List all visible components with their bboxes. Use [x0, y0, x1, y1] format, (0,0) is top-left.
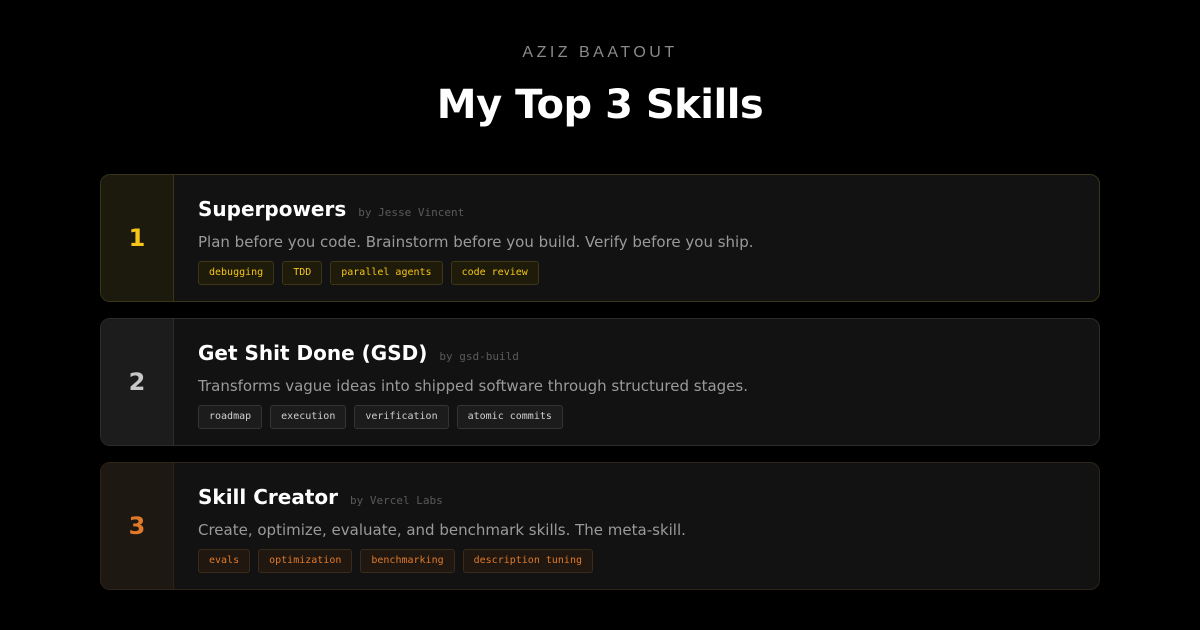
skill-name: Get Shit Done (GSD)	[198, 341, 428, 365]
skill-card-gsd[interactable]: 2 Get Shit Done (GSD) by gsd-build Trans…	[100, 318, 1100, 446]
tag: verification	[354, 405, 449, 429]
skill-description: Create, optimize, evaluate, and benchmar…	[198, 521, 686, 539]
skill-content: Superpowers by Jesse Vincent Plan before…	[198, 197, 1079, 285]
skill-content: Skill Creator by Vercel Labs Create, opt…	[198, 485, 1079, 573]
skill-tags: roadmap execution verification atomic co…	[198, 405, 1079, 429]
skill-tags: evals optimization benchmarking descript…	[198, 549, 1079, 573]
page-title: My Top 3 Skills	[436, 82, 764, 128]
rank-number: 1	[101, 175, 174, 301]
skill-description: Transforms vague ideas into shipped soft…	[198, 377, 749, 395]
tag: debugging	[198, 261, 275, 285]
skill-card-superpowers[interactable]: 1 Superpowers by Jesse Vincent Plan befo…	[100, 174, 1100, 302]
skill-author: by Vercel Labs	[350, 494, 443, 507]
tag: description tuning	[462, 549, 593, 573]
rank-number: 2	[101, 319, 174, 445]
author-eyebrow: AZIZ BAATOUT	[522, 44, 678, 61]
skill-tags: debugging TDD parallel agents code revie…	[198, 261, 1079, 285]
tag: parallel agents	[330, 261, 443, 285]
skill-name-row: Get Shit Done (GSD) by gsd-build	[198, 341, 1079, 367]
skill-description: Plan before you code. Brainstorm before …	[198, 233, 754, 251]
skill-content: Get Shit Done (GSD) by gsd-build Transfo…	[198, 341, 1079, 429]
skill-author: by Jesse Vincent	[358, 206, 465, 219]
tag: roadmap	[198, 405, 263, 429]
tag: benchmarking	[360, 549, 455, 573]
skills-list: 1 Superpowers by Jesse Vincent Plan befo…	[100, 174, 1100, 606]
tag: TDD	[282, 261, 323, 285]
skill-name-row: Superpowers by Jesse Vincent	[198, 197, 1079, 223]
skill-author: by gsd-build	[439, 350, 519, 363]
tag: atomic commits	[456, 405, 563, 429]
rank-number: 3	[101, 463, 174, 589]
tag: code review	[450, 261, 539, 285]
skill-card-skill-creator[interactable]: 3 Skill Creator by Vercel Labs Create, o…	[100, 462, 1100, 590]
tag: optimization	[258, 549, 353, 573]
tag: evals	[198, 549, 251, 573]
tag: execution	[270, 405, 347, 429]
skill-name: Skill Creator	[198, 485, 338, 509]
skill-name-row: Skill Creator by Vercel Labs	[198, 485, 1079, 511]
skill-name: Superpowers	[198, 197, 347, 221]
